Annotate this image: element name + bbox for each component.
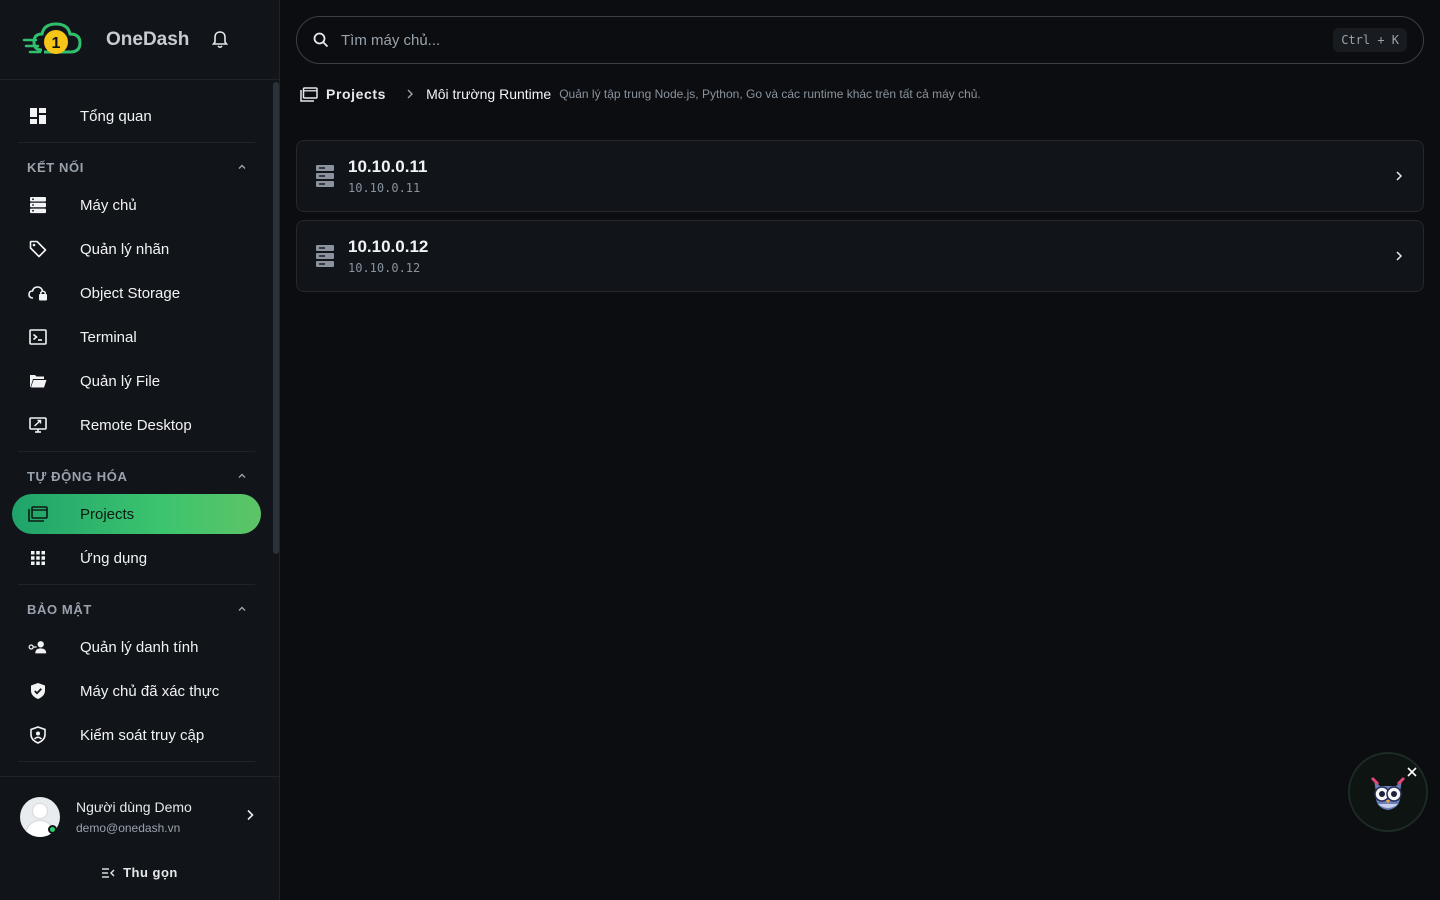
user-info: Người dùng Demo demo@onedash.vn — [76, 799, 192, 835]
breadcrumb-root-label: Projects — [326, 86, 387, 102]
server-icon — [315, 244, 335, 268]
search-bar[interactable]: Ctrl + K — [296, 16, 1424, 64]
divider — [18, 584, 255, 585]
breadcrumb-projects-link[interactable]: Projects — [300, 86, 386, 102]
svg-text:1: 1 — [52, 35, 61, 52]
sidebar-item-label: Quản lý danh tính — [80, 638, 199, 656]
dashboard-icon — [28, 106, 48, 126]
brand-name: OneDash — [106, 28, 190, 50]
brand-header: 1 OneDash — [0, 0, 279, 80]
page-description: Quản lý tập trung Node.js, Python, Go và… — [559, 87, 981, 101]
owl-mascot-icon — [1370, 776, 1406, 810]
user-profile[interactable]: Người dùng Demo demo@onedash.vn — [0, 777, 279, 837]
tag-icon — [28, 239, 48, 259]
sidebar-nav: Tổng quan KẾT NỐI Máy chủ Quản lý nhãn O… — [0, 80, 279, 776]
sidebar-scrollbar[interactable] — [273, 82, 279, 554]
projects-icon — [300, 86, 318, 102]
server-card[interactable]: 10.10.0.11 10.10.0.11 — [296, 140, 1424, 212]
sidebar-item-identity[interactable]: Quản lý danh tính — [12, 627, 261, 667]
sidebar-item-access-control[interactable]: Kiểm soát truy cập — [12, 715, 261, 755]
sidebar-item-file-manager[interactable]: Quản lý File — [12, 361, 261, 401]
user-email: demo@onedash.vn — [76, 821, 181, 835]
sidebar-item-terminal[interactable]: Terminal — [12, 317, 261, 357]
chevron-right-icon — [1395, 250, 1403, 262]
sidebar-item-label: Terminal — [80, 328, 137, 346]
divider — [18, 142, 255, 143]
shield-check-icon — [28, 681, 48, 701]
user-name: Người dùng Demo — [76, 799, 192, 815]
sidebar-item-projects[interactable]: Projects — [12, 494, 261, 534]
projects-icon — [28, 504, 48, 524]
search-input[interactable] — [341, 31, 1334, 49]
bell-icon[interactable] — [211, 30, 229, 49]
sidebar-item-label: Object Storage — [80, 284, 181, 302]
main-content: Ctrl + K Projects Môi trường Runtime Quả… — [280, 0, 1440, 900]
sidebar-item-label: Quản lý File — [80, 372, 161, 390]
user-panel: Người dùng Demo demo@onedash.vn Thu gọn — [0, 776, 279, 900]
collapse-button[interactable]: Thu gọn — [0, 865, 279, 880]
sidebar-item-verified-servers[interactable]: Máy chủ đã xác thực — [12, 671, 261, 711]
remote-desktop-icon — [28, 415, 48, 435]
sidebar-item-label: Tổng quan — [80, 107, 152, 125]
server-icon — [28, 195, 48, 215]
close-icon[interactable] — [1406, 766, 1418, 778]
sidebar-item-label: Remote Desktop — [80, 416, 192, 434]
section-title: BẢO MẬT — [27, 601, 92, 617]
sidebar-item-label: Quản lý nhãn — [80, 240, 170, 258]
access-control-icon — [28, 725, 48, 745]
chevron-right-icon — [406, 88, 414, 100]
owl-assistant-button[interactable] — [1348, 752, 1428, 832]
cloud-lock-icon — [28, 283, 48, 303]
chevron-up-icon — [238, 164, 246, 169]
section-title: TỰ ĐỘNG HÓA — [27, 468, 128, 484]
sidebar-item-label: Projects — [80, 505, 135, 523]
server-address: 10.10.0.11 — [348, 181, 421, 195]
chevron-up-icon — [238, 473, 246, 478]
sidebar-item-apps[interactable]: Ứng dụng — [12, 538, 261, 578]
section-title: KẾT NỐI — [27, 159, 84, 175]
collapse-menu-icon — [101, 867, 115, 879]
sidebar-item-object-storage[interactable]: Object Storage — [12, 273, 261, 313]
sidebar-item-label: Máy chủ đã xác thực — [80, 682, 220, 700]
apps-grid-icon — [28, 548, 48, 568]
onedash-logo[interactable]: 1 — [22, 18, 92, 62]
sidebar-item-overview[interactable]: Tổng quan — [12, 96, 261, 136]
server-title: 10.10.0.12 — [348, 237, 429, 256]
terminal-icon — [28, 327, 48, 347]
sidebar-item-servers[interactable]: Máy chủ — [12, 185, 261, 225]
divider — [18, 451, 255, 452]
section-header-connect[interactable]: KẾT NỐI — [12, 149, 261, 185]
server-info: 10.10.0.11 10.10.0.11 — [348, 157, 427, 195]
identity-icon — [28, 637, 48, 657]
server-icon — [315, 164, 335, 188]
server-list: 10.10.0.11 10.10.0.11 10.10.0.12 10.10.0… — [296, 140, 1424, 292]
online-status-dot — [48, 825, 57, 834]
section-header-automation[interactable]: TỰ ĐỘNG HÓA — [12, 458, 261, 494]
sidebar-item-label: Kiểm soát truy cập — [80, 726, 205, 744]
sidebar-item-labels[interactable]: Quản lý nhãn — [12, 229, 261, 269]
chevron-up-icon — [238, 606, 246, 611]
search-shortcut-badge: Ctrl + K — [1333, 28, 1407, 52]
breadcrumb: Projects Môi trường Runtime Quản lý tập … — [296, 80, 1424, 108]
collapse-label: Thu gọn — [123, 865, 178, 880]
section-header-security[interactable]: BẢO MẬT — [12, 591, 261, 627]
server-card[interactable]: 10.10.0.12 10.10.0.12 — [296, 220, 1424, 292]
server-address: 10.10.0.12 — [348, 261, 421, 275]
divider — [18, 761, 255, 762]
avatar-head — [33, 804, 47, 818]
server-title: 10.10.0.11 — [348, 157, 428, 176]
sidebar-item-label: Ứng dụng — [80, 549, 148, 567]
breadcrumb-current: Môi trường Runtime — [426, 86, 552, 102]
chevron-right-icon — [1395, 170, 1403, 182]
sidebar-item-label: Máy chủ — [80, 196, 137, 214]
chevron-right-icon[interactable] — [245, 808, 255, 827]
server-info: 10.10.0.12 10.10.0.12 — [348, 237, 428, 275]
sidebar: 1 OneDash Tổng quan KẾT NỐI Máy chủ Quản… — [0, 0, 280, 900]
folder-open-icon — [28, 371, 48, 391]
search-icon — [313, 31, 331, 49]
sidebar-item-remote-desktop[interactable]: Remote Desktop — [12, 405, 261, 445]
